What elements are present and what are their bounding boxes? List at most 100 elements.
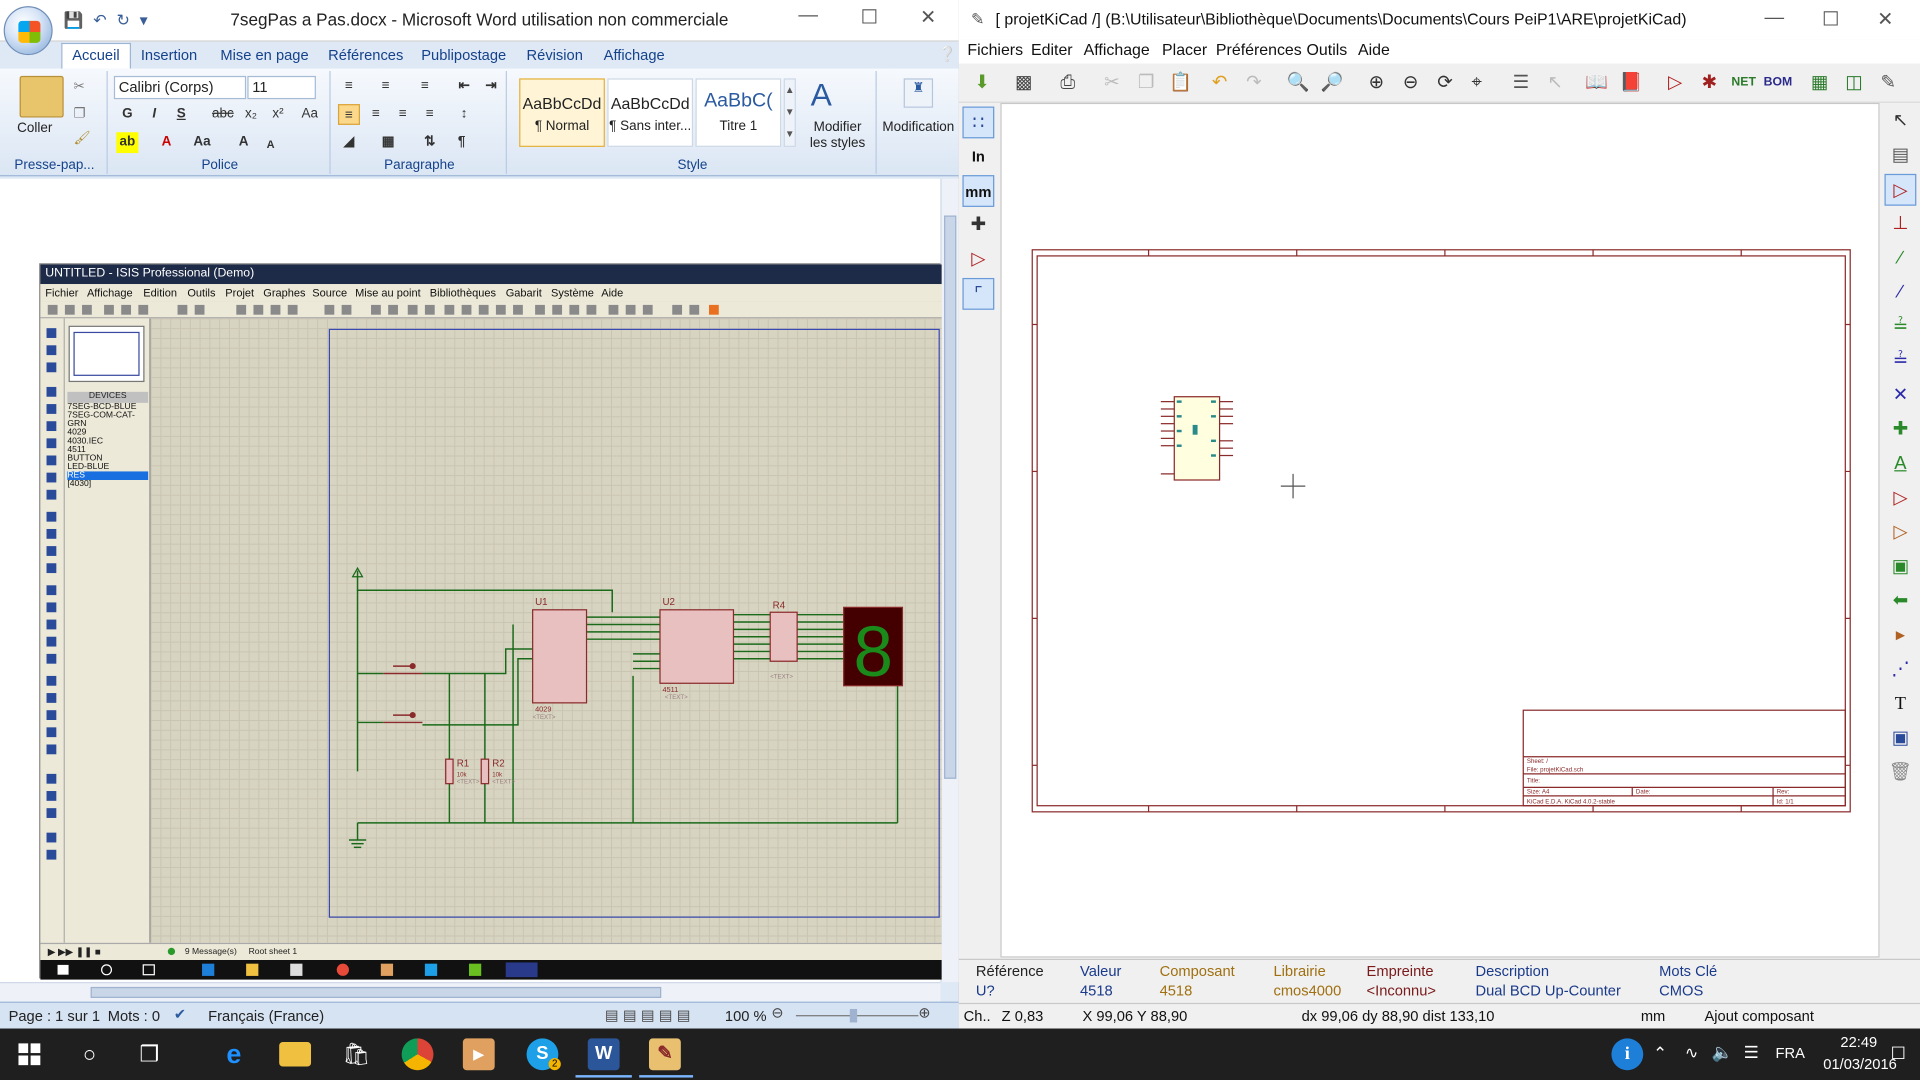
media-player-icon[interactable]: ▶ <box>462 1038 495 1071</box>
tab-accueil[interactable]: Accueil <box>61 42 131 69</box>
change-case-button[interactable]: Aa <box>191 132 213 153</box>
bus-entry-icon[interactable]: ≟ <box>1884 345 1916 377</box>
page-counter[interactable]: Page : 1 sur 1 <box>9 1008 100 1025</box>
font-color-button[interactable]: A <box>156 132 178 153</box>
place-bus-icon[interactable]: ∕ <box>1884 277 1916 309</box>
word-counter[interactable]: Mots : 0 <box>108 1008 160 1025</box>
bom-icon[interactable]: BOM <box>1762 67 1794 99</box>
show-marks-button[interactable]: ¶ <box>451 132 473 153</box>
graphic-line-icon[interactable]: ⋰ <box>1884 654 1916 686</box>
binoculars-icon[interactable]: ♜ <box>903 78 934 108</box>
shading-button[interactable]: ◢ <box>338 132 360 153</box>
find-replace-icon[interactable]: 🔎 <box>1316 67 1348 99</box>
zoom-in-icon[interactable]: ⊕ <box>918 1004 930 1021</box>
superscript-button[interactable]: x² <box>267 104 289 125</box>
import-sheet-pin-icon[interactable]: ⬅ <box>1884 585 1916 617</box>
paste-label[interactable]: Coller <box>17 121 52 136</box>
change-styles-button[interactable]: Modifier les styles <box>803 120 872 152</box>
clock-date[interactable]: 01/03/2016 <box>1823 1056 1897 1073</box>
horizontal-scroll-thumb[interactable] <box>90 986 662 998</box>
erc-icon[interactable]: ✱ <box>1693 67 1725 99</box>
cursor-shape-icon[interactable]: ✚ <box>962 209 994 241</box>
cortana-icon[interactable]: ○ <box>73 1038 105 1070</box>
styles-scroll-icon[interactable]: ▲ ▼ ▼ <box>783 78 796 147</box>
horizontal-scrollbar[interactable] <box>0 982 941 1002</box>
network-icon[interactable]: ∿ <box>1685 1043 1698 1063</box>
volume-icon[interactable]: 🔈 <box>1712 1042 1733 1063</box>
grid-toggle-icon[interactable]: ∷ <box>962 106 995 139</box>
inch-units-button[interactable]: In <box>962 141 994 173</box>
tab-references[interactable]: Références <box>328 47 403 64</box>
orthogonal-lines-icon[interactable]: ⌜ <box>962 277 995 310</box>
style-heading-1[interactable]: AaBbC( Titre 1 <box>695 78 782 147</box>
zoom-level[interactable]: 100 % <box>725 1008 767 1025</box>
no-connect-icon[interactable]: ✕ <box>1884 380 1916 412</box>
device-item[interactable]: [4030] <box>67 480 148 489</box>
annotate-icon[interactable]: ▷ <box>1659 67 1691 99</box>
action-center-icon[interactable]: ☰ <box>1744 1042 1759 1063</box>
save-icon[interactable]: 💾 <box>64 11 84 31</box>
delete-item-icon[interactable]: 🗑 <box>1884 757 1916 789</box>
language-indicator[interactable]: FRA <box>1776 1044 1805 1061</box>
format-painter-icon[interactable]: 🖌 <box>73 130 90 146</box>
justify-button[interactable]: ≡ <box>419 104 441 125</box>
vertical-scroll-thumb[interactable] <box>944 215 957 779</box>
copy-icon[interactable]: ❐ <box>1130 67 1162 99</box>
redraw-icon[interactable]: ⟳ <box>1429 67 1461 99</box>
bullets-button[interactable]: ≡ <box>338 76 360 97</box>
select-arrow-icon[interactable]: ↖ <box>1884 105 1916 137</box>
isis-messages[interactable]: 9 Message(s) <box>185 948 237 957</box>
hidden-pins-icon[interactable]: ▷ <box>962 244 994 276</box>
isis-schematic-canvas[interactable]: U1 4029 U2 4511 R4 R1 10k R2 10k <TEXT> … <box>150 318 942 943</box>
place-power-icon[interactable]: ⊥ <box>1884 208 1916 240</box>
numbering-button[interactable]: ≡ <box>375 76 397 97</box>
info-notification-icon[interactable]: i <box>1611 1038 1644 1071</box>
pcbnew-icon[interactable]: ◫ <box>1838 67 1870 99</box>
store-icon[interactable]: 🛍 <box>340 1038 372 1070</box>
subscript-button[interactable]: x₂ <box>240 104 262 125</box>
library-browser-icon[interactable]: 📕 <box>1615 67 1647 99</box>
help-icon[interactable]: ❔ <box>938 45 956 62</box>
notifications-icon[interactable]: ☐ <box>1891 1043 1906 1064</box>
style-normal[interactable]: AaBbCcDd ¶ Normal <box>519 78 605 147</box>
zoom-in-icon[interactable]: ⊕ <box>1360 67 1392 99</box>
device-item[interactable]: 7SEG-COM-CAT-GRN <box>67 411 148 428</box>
global-label-icon[interactable]: ▷ <box>1884 482 1916 514</box>
device-item[interactable]: 4511 <box>67 446 148 455</box>
zoom-out-icon[interactable]: ⊖ <box>1395 67 1427 99</box>
task-view-icon[interactable]: ❒ <box>133 1038 165 1070</box>
kicad-taskbar-icon[interactable]: ✎ <box>648 1038 681 1071</box>
page-settings-icon[interactable]: ▩ <box>1008 67 1040 99</box>
minimize-button[interactable]: — <box>784 5 833 27</box>
isis-overview[interactable] <box>68 325 145 383</box>
zoom-out-icon[interactable]: ⊖ <box>771 1004 783 1021</box>
language-indicator[interactable]: Français (France) <box>208 1008 324 1025</box>
clear-format-button[interactable]: Aa <box>299 104 321 125</box>
word-taskbar-icon[interactable]: W <box>587 1038 620 1071</box>
redo-icon[interactable]: ↷ <box>1238 67 1270 99</box>
decrease-indent-button[interactable]: ⇤ <box>453 76 475 97</box>
borders-button[interactable]: ▦ <box>377 132 399 153</box>
copy-icon[interactable]: ❐ <box>73 105 85 122</box>
vertical-scrollbar[interactable] <box>940 178 959 983</box>
redo-icon[interactable]: ↻ <box>116 11 129 31</box>
device-item[interactable]: 7SEG-BCD-BLUE <box>67 403 148 412</box>
italic-button[interactable]: I <box>143 104 165 125</box>
proofing-icon[interactable]: ✔ <box>174 1005 186 1022</box>
cut-icon[interactable]: ✂ <box>73 78 84 95</box>
tab-affichage[interactable]: Affichage <box>604 47 665 64</box>
maximize-button[interactable]: ☐ <box>845 5 894 29</box>
grow-font-button[interactable]: A <box>233 132 255 153</box>
print-icon[interactable]: ⎙ <box>1052 67 1084 99</box>
hierarchical-label-icon[interactable]: ▷ <box>1884 517 1916 549</box>
change-styles-icon[interactable]: A <box>811 76 832 114</box>
device-item-selected[interactable]: RES <box>67 471 149 481</box>
sort-button[interactable]: ⇅ <box>419 132 441 153</box>
sim-controls-icon[interactable]: ▶ ▶▶ ❚❚ ■ <box>48 947 101 958</box>
kicad-menu-placer[interactable]: Placer <box>1162 40 1207 58</box>
find-icon[interactable]: 🔍 <box>1282 67 1314 99</box>
chrome-icon[interactable] <box>401 1038 434 1071</box>
highlight-button[interactable]: ab <box>116 132 139 154</box>
library-editor-icon[interactable]: 📖 <box>1581 67 1613 99</box>
highlight-net-icon[interactable]: ▤ <box>1884 140 1916 172</box>
